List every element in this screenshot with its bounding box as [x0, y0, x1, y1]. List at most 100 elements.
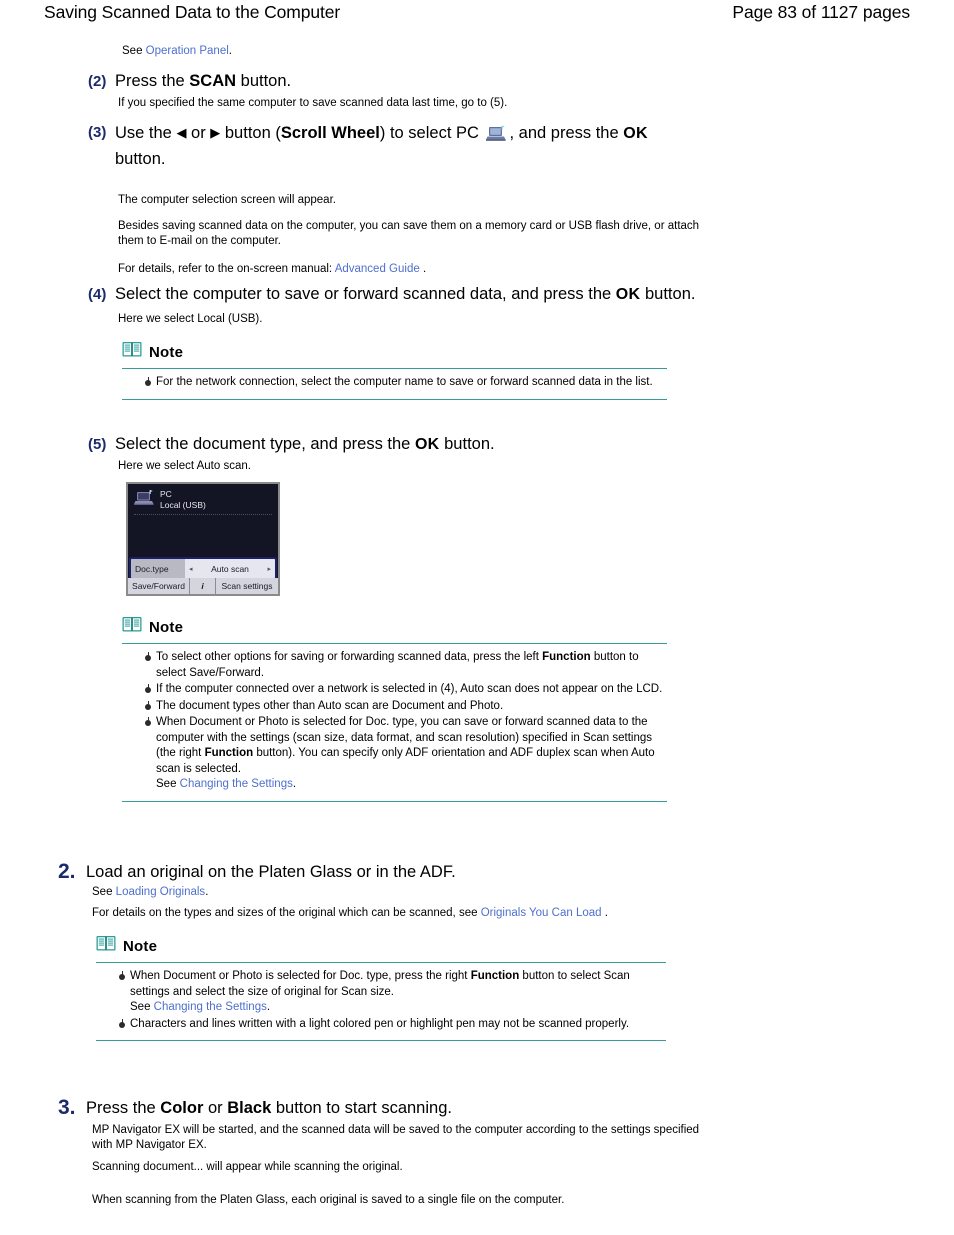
note-2-item-3-text: When Document or Photo is selected for D… — [156, 715, 667, 793]
note-3-see-suffix: . — [266, 1001, 271, 1013]
note-2-item-2-text: The document types other than Auto scan … — [156, 699, 504, 712]
note-2-item-1-text: If the computer connected over a network… — [156, 683, 663, 695]
mainstep-2-number: 2. — [58, 860, 76, 883]
substep-2-text-c: button. — [236, 72, 292, 90]
note-2-see-prefix: See — [156, 778, 180, 790]
mainstep-3-text-a: Press the — [86, 1099, 161, 1117]
substep-2-number: (2) — [88, 73, 107, 90]
lcd-device-label: PC — [160, 489, 172, 499]
note-1-body: For the network connection, select the c… — [122, 369, 667, 400]
note-2-body: To select other options for saving or fo… — [122, 644, 667, 802]
see-prefix: See — [122, 45, 146, 57]
lcd-screen: PC Local (USB) Doc.type ◂ Auto scan ▸ Sa… — [126, 482, 280, 596]
mainstep-3-detail-1: MP Navigator EX will be started, and the… — [92, 1124, 700, 1151]
loading-originals-suffix: . — [205, 886, 209, 898]
mainstep-2-detail-line: For details on the types and sizes of th… — [92, 906, 792, 921]
note-3-item-0-text: When Document or Photo is selected for D… — [130, 969, 666, 1016]
advanced-guide-prefix: For details, refer to the on-screen manu… — [118, 263, 335, 275]
substep-4-number: (4) — [88, 286, 107, 303]
function-button-label: Function — [204, 747, 254, 759]
scan-button-label: SCAN — [189, 72, 237, 90]
note-box-3: Note When Document or Photo is selected … — [96, 935, 666, 1041]
advanced-guide-suffix: . — [419, 263, 427, 275]
substep-4-text: Select the computer to save or forward s… — [115, 284, 695, 306]
note-2-label: Note — [149, 618, 184, 636]
lcd-top-area: PC Local (USB) — [128, 484, 278, 556]
substep-3-text-e: button. — [115, 149, 166, 168]
lcd-save-forward-button[interactable]: Save/Forward — [128, 578, 190, 594]
bullet-icon — [116, 1017, 130, 1032]
lcd-device-row: PC Local (USB) — [134, 489, 278, 512]
note-2-item-2: The document types other than Auto scan … — [142, 699, 667, 715]
note-2-item-0-text: To select other options for saving or fo… — [156, 650, 667, 681]
arrow-right-icon: ▶ — [210, 125, 221, 140]
bullet-icon — [142, 699, 156, 714]
originals-suffix: . — [601, 907, 608, 919]
substep-4-text-b: button. — [640, 285, 696, 303]
mainstep-2-title: Load an original on the Platen Glass or … — [86, 863, 456, 881]
lcd-scan-settings-button[interactable]: Scan settings — [216, 578, 278, 594]
lcd-arrow-right-icon[interactable]: ▸ — [267, 565, 271, 573]
note-2-header: Note — [122, 616, 667, 644]
substep-2-detail: If you specified the same computer to sa… — [118, 97, 508, 109]
note-3-item-1-text: Characters and lines written with a ligh… — [130, 1017, 630, 1030]
note-2-see-suffix: . — [292, 778, 297, 790]
mainstep-3-detail-3: When scanning from the Platen Glass, eac… — [92, 1194, 565, 1206]
note-1-item-0: For the network connection, select the c… — [142, 375, 667, 391]
book-icon — [96, 935, 116, 957]
substep-3-text-a: Use the — [115, 124, 177, 142]
changing-the-settings-link[interactable]: Changing the Settings — [154, 1001, 267, 1013]
mainstep-2-see-line: See Loading Originals. — [92, 885, 208, 900]
note-2-item-0-pre: To select other options for saving or fo… — [156, 651, 543, 663]
changing-the-settings-link[interactable]: Changing the Settings — [180, 778, 293, 790]
note-3-item-0-pre: When Document or Photo is selected for D… — [130, 970, 471, 982]
mainstep-3-text-b: button to start scanning. — [271, 1099, 452, 1117]
bullet-icon — [142, 682, 156, 697]
scroll-wheel-label: Scroll Wheel — [280, 124, 380, 142]
note-box-1: Note For the network connection, select … — [122, 341, 667, 400]
function-button-label: Function — [470, 970, 520, 982]
operation-panel-link[interactable]: Operation Panel — [146, 45, 229, 57]
lcd-doctype-value: Auto scan — [211, 563, 249, 574]
arrow-left-icon: ◀ — [176, 125, 187, 140]
substep-2: (2) Press the SCAN button. — [85, 71, 785, 93]
bullet-icon — [142, 375, 156, 390]
lcd-doctype-value-area[interactable]: ◂ Auto scan ▸ — [185, 559, 275, 578]
substep-3-detail-1: The computer selection screen will appea… — [118, 194, 336, 206]
lcd-device-sub: Local (USB) — [160, 500, 206, 510]
mainstep-3-or: or — [203, 1099, 228, 1117]
substep-5-text-a: Select the document type, and press the — [115, 435, 415, 453]
page-header: Saving Scanned Data to the Computer Page… — [0, 0, 954, 30]
substep-3-number: (3) — [88, 124, 107, 141]
bullet-icon — [142, 650, 156, 665]
color-button-label: Color — [160, 1099, 204, 1117]
substep-4-text-a: Select the computer to save or forward s… — [115, 285, 616, 303]
loading-originals-link[interactable]: Loading Originals — [116, 886, 206, 898]
substep-3: (3) Use the ◀ or ▶ button (Scroll Wheel)… — [85, 122, 725, 170]
substep-4: (4) Select the computer to save or forwa… — [85, 284, 805, 306]
lcd-info-button[interactable]: i — [190, 578, 216, 594]
lcd-bottom-bar: Save/Forward i Scan settings — [128, 578, 278, 594]
lcd-device-text: PC Local (USB) — [160, 489, 206, 511]
substep-2-text: Press the SCAN button. — [115, 71, 291, 93]
note-3-item-1: Characters and lines written with a ligh… — [116, 1017, 666, 1033]
originals-prefix: For details on the types and sizes of th… — [92, 907, 481, 919]
substep-5-text: Select the document type, and press the … — [115, 434, 495, 456]
note-3-body: When Document or Photo is selected for D… — [96, 963, 666, 1041]
pc-laptop-icon — [485, 125, 508, 149]
advanced-guide-link[interactable]: Advanced Guide — [335, 263, 420, 275]
black-button-label: Black — [227, 1099, 272, 1117]
substep-2-text-a: Press the — [115, 72, 190, 90]
originals-you-can-load-link[interactable]: Originals You Can Load — [481, 907, 602, 919]
lcd-arrow-left-icon[interactable]: ◂ — [189, 565, 193, 573]
note-3-header: Note — [96, 935, 666, 963]
see-suffix: . — [228, 45, 232, 57]
page-title: Saving Scanned Data to the Computer — [44, 2, 341, 22]
substep-3-detail-3: For details, refer to the on-screen manu… — [118, 262, 778, 277]
lcd-doctype-selector[interactable]: Doc.type ◂ Auto scan ▸ — [129, 557, 277, 580]
loading-originals-prefix: See — [92, 886, 116, 898]
bullet-icon — [116, 969, 130, 984]
note-3-see-prefix: See — [130, 1001, 154, 1013]
function-button-label: Function — [542, 651, 591, 663]
bullet-icon — [142, 715, 156, 730]
